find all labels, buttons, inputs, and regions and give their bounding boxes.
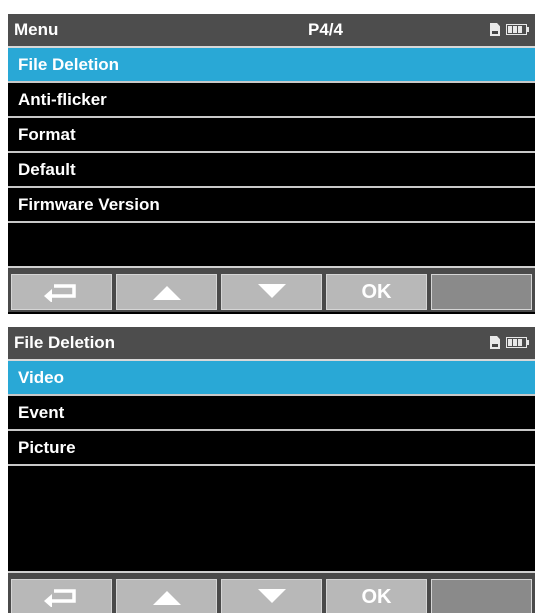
down-arrow-icon [257,284,286,298]
menu-screen: Menu P4/4 File Deletion Anti-flicker For… [8,14,535,314]
menu-item-file-deletion[interactable]: File Deletion [8,48,535,83]
back-button[interactable] [11,579,112,613]
menu-title: Menu [14,20,59,39]
menu-item-firmware-version[interactable]: Firmware Version [8,188,535,223]
menu-item-default[interactable]: Default [8,153,535,188]
battery-icon [506,24,529,35]
battery-icon [506,337,529,348]
down-button[interactable] [221,579,322,613]
sd-card-icon [490,336,500,349]
return-icon [43,284,76,302]
file-deletion-header: File Deletion [8,327,535,361]
menu-header: Menu P4/4 [8,14,535,48]
sd-card-icon [490,23,500,36]
return-icon [43,589,76,607]
up-arrow-icon [152,286,181,300]
ok-button[interactable]: OK [326,274,427,310]
file-deletion-item-event[interactable]: Event [8,396,535,431]
down-button[interactable] [221,274,322,310]
menu-item-format[interactable]: Format [8,118,535,153]
menu-item-anti-flicker[interactable]: Anti-flicker [8,83,535,118]
blank-button[interactable] [431,579,532,613]
menu-toolbar: OK [8,266,535,312]
ok-button[interactable]: OK [326,579,427,613]
status-icons [490,23,529,36]
page-indicator: P4/4 [308,20,343,39]
up-arrow-icon [152,591,181,605]
status-icons [490,336,529,349]
up-button[interactable] [116,274,217,310]
file-deletion-item-video[interactable]: Video [8,361,535,396]
down-arrow-icon [257,589,286,603]
file-deletion-toolbar: OK [8,571,535,613]
file-deletion-item-picture[interactable]: Picture [8,431,535,466]
blank-button[interactable] [431,274,532,310]
file-deletion-title: File Deletion [14,333,116,352]
file-deletion-screen: File Deletion Video Event Picture OK [8,327,535,613]
up-button[interactable] [116,579,217,613]
back-button[interactable] [11,274,112,310]
